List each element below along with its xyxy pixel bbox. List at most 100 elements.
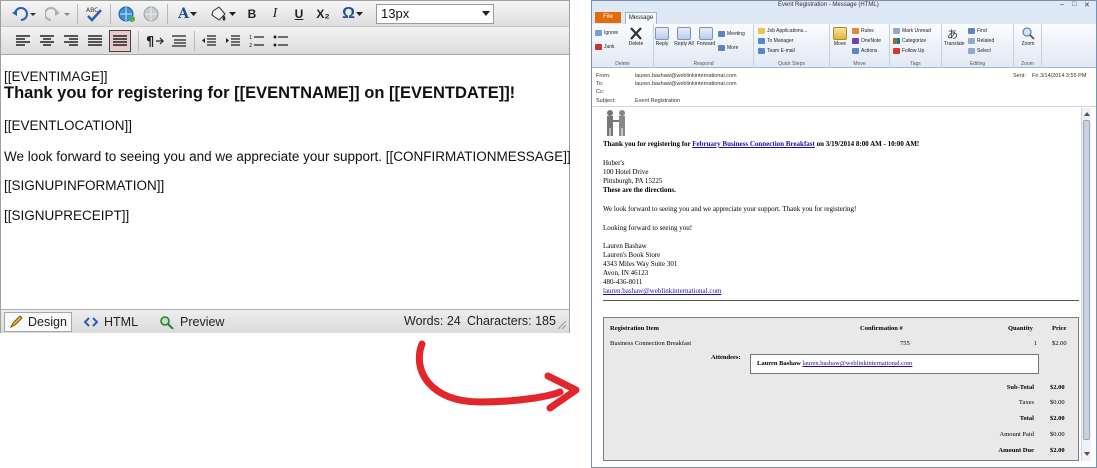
follow-up-label: Follow Up	[902, 48, 925, 54]
vertical-scrollbar[interactable]	[1081, 108, 1091, 461]
content-line: We look forward to seeing you and we app…	[4, 149, 571, 164]
ribbon-group-zoom: Zoom Zoom	[1014, 24, 1042, 68]
align-right-button[interactable]	[61, 31, 81, 51]
scroll-thumb[interactable]	[1083, 120, 1090, 440]
bullet-list-button[interactable]	[271, 31, 291, 51]
divider	[603, 300, 1079, 301]
special-characters-button[interactable]: Ω	[337, 4, 369, 24]
attendee-email-link[interactable]: lauren.bashaw@weblinkinternational.com	[802, 360, 912, 367]
thank-prefix: Thank you for registering for	[603, 140, 693, 148]
reply-all-button[interactable]: Reply All	[674, 27, 694, 47]
more-button[interactable]: More	[718, 45, 738, 51]
actions-button[interactable]: Actions	[852, 48, 877, 54]
quick-step-item[interactable]: To Manager	[758, 38, 793, 44]
redo-button[interactable]	[43, 4, 73, 24]
quick-step-icon	[758, 28, 765, 34]
tab-design[interactable]: Design	[4, 312, 72, 332]
outdent-button[interactable]	[199, 31, 219, 51]
group-label: Zoom	[1021, 61, 1034, 67]
indent-button[interactable]	[223, 31, 243, 51]
subscript-button[interactable]: X₂	[313, 4, 333, 24]
col-header-confirmation: Confirmation #	[860, 325, 903, 332]
support-line: We look forward to seeing you and we app…	[603, 205, 857, 213]
spellcheck-button[interactable]: ABC	[83, 4, 105, 24]
col-header-quantity: Quantity	[1008, 325, 1033, 332]
numbered-list-icon: 12	[249, 35, 264, 48]
envelope-icon	[893, 28, 900, 34]
minimize-button[interactable]: –	[1060, 1, 1064, 8]
to-value[interactable]: lauren.bashaw@weblinkinternational.com	[635, 81, 737, 87]
related-button[interactable]: Related	[968, 38, 994, 44]
tab-file[interactable]: File	[595, 12, 621, 23]
quick-step-icon	[758, 48, 765, 54]
signup-email-link[interactable]: lauren.bashaw@weblinkinternational.com	[603, 287, 721, 295]
total-label: Total	[1019, 415, 1034, 422]
select-button[interactable]: Select	[968, 48, 991, 54]
content-line-heading: Thank you for registering for [[EVENTNAM…	[4, 84, 516, 102]
scroll-down-icon[interactable]	[1083, 450, 1091, 458]
select-icon	[968, 48, 975, 54]
tab-design-label: Design	[28, 315, 67, 329]
chevron-down-icon	[482, 11, 490, 16]
reply-all-label: Reply All	[674, 41, 694, 47]
onenote-button[interactable]: OneNote	[852, 38, 881, 44]
thank-you-line: Thank you for registering for February B…	[603, 140, 919, 148]
tab-html[interactable]: HTML	[79, 312, 142, 332]
from-value[interactable]: lauren.bashaw@weblinkinternational.com	[635, 73, 737, 79]
numbered-list-button[interactable]: 12	[247, 31, 267, 51]
close-button[interactable]: ✕	[1084, 1, 1090, 9]
ribbon-group-tags: Mark Unread Categorize Follow Up Tags	[890, 24, 942, 68]
undo-button[interactable]	[9, 4, 39, 24]
event-name-link[interactable]: February Business Connection Breakfast	[692, 140, 815, 148]
highlight-color-button[interactable]	[206, 4, 238, 24]
find-button[interactable]: Find	[968, 28, 987, 34]
tab-preview[interactable]: Preview	[155, 312, 228, 332]
align-center-button[interactable]	[37, 31, 57, 51]
related-label: Related	[977, 38, 995, 44]
rules-button[interactable]: Rules	[852, 28, 874, 34]
delete-button[interactable]: Delete	[626, 27, 646, 47]
font-color-button[interactable]: A	[173, 4, 203, 24]
meeting-button[interactable]: Meeting	[718, 31, 745, 37]
resize-grip-icon[interactable]	[555, 318, 567, 330]
maximize-button[interactable]: □	[1072, 1, 1076, 8]
translate-icon: あ	[947, 27, 961, 41]
meeting-label: Meeting	[727, 31, 745, 37]
scroll-up-icon[interactable]	[1083, 110, 1091, 118]
remove-link-button[interactable]	[141, 4, 163, 24]
redo-icon	[45, 7, 70, 21]
junk-button[interactable]: Junk	[595, 44, 615, 50]
font-size-select[interactable]: 13px	[376, 4, 494, 24]
align-left-button[interactable]	[13, 31, 33, 51]
quick-step-item[interactable]: Job Applications...	[758, 28, 807, 34]
location-line: Pittsburgh, PA 15225	[603, 177, 663, 185]
ignore-button[interactable]: Ignore	[595, 30, 618, 36]
receipt-item: Business Connection Breakfast	[610, 340, 692, 347]
quick-step-item[interactable]: Team E-mail	[758, 48, 795, 54]
categorize-button[interactable]: Categorize	[893, 38, 926, 44]
underline-button[interactable]: U	[290, 4, 308, 24]
paragraph-button[interactable]: ¶	[144, 31, 166, 51]
forward-button[interactable]: Forward	[696, 27, 716, 47]
categorize-label: Categorize	[902, 38, 927, 44]
zoom-button[interactable]: Zoom	[1018, 27, 1038, 47]
italic-button[interactable]: I	[266, 4, 284, 24]
mark-unread-button[interactable]: Mark Unread	[893, 28, 931, 34]
bold-button[interactable]: B	[243, 4, 261, 24]
justify-none-button[interactable]	[109, 30, 131, 52]
move-button[interactable]: Move	[830, 27, 850, 47]
reply-button[interactable]: Reply	[652, 27, 672, 47]
svg-text:¶: ¶	[146, 35, 154, 48]
content-line: [[SIGNUPINFORMATION]]	[4, 178, 165, 193]
total-value: $0.00	[1050, 399, 1065, 406]
translate-button[interactable]: あ Translate	[944, 27, 965, 47]
reply-icon	[655, 27, 669, 40]
forward-icon	[699, 27, 713, 40]
line-spacing-button[interactable]	[169, 31, 189, 51]
tab-message[interactable]: Message	[625, 12, 657, 24]
svg-text:1: 1	[249, 35, 252, 41]
insert-link-button[interactable]	[116, 4, 138, 24]
follow-up-button[interactable]: Follow Up	[893, 48, 924, 54]
justify-button[interactable]	[85, 31, 105, 51]
editor-toolbar-row-1: ABC A B I U X₂ Ω 13px	[1, 1, 569, 27]
